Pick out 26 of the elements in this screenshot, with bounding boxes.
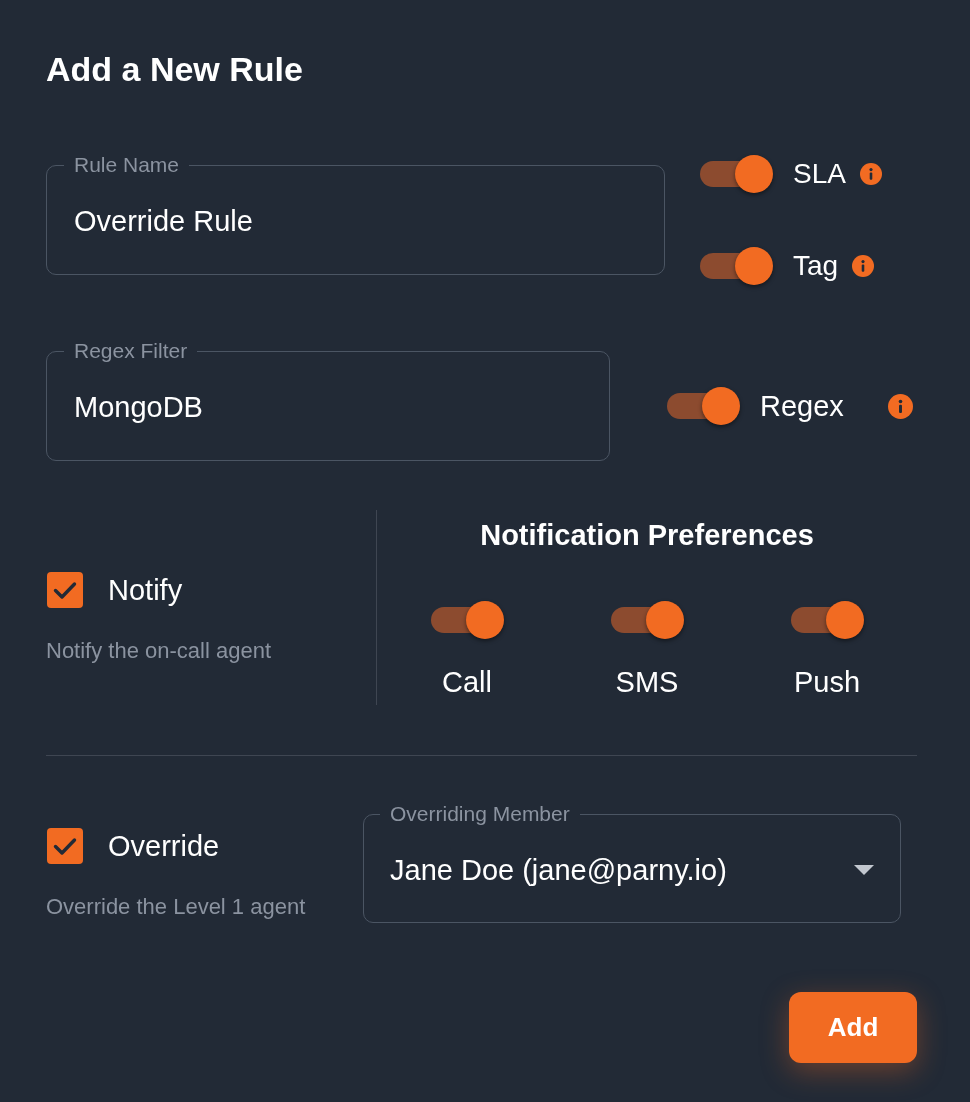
checkbox[interactable] xyxy=(47,828,83,864)
toggle-switch[interactable] xyxy=(790,601,864,639)
info-icon xyxy=(888,393,913,419)
switch-label: Tag xyxy=(793,249,839,283)
helper-text: Override the Level 1 agent xyxy=(46,893,306,921)
checkbox[interactable] xyxy=(47,572,83,608)
section-title: Notification Preferences xyxy=(480,518,814,553)
toggle-switch[interactable] xyxy=(700,155,773,193)
switch-label: Regex xyxy=(760,389,845,424)
toggle-switch[interactable] xyxy=(430,601,504,639)
info-icon xyxy=(859,163,882,185)
switch-label: SMS xyxy=(615,665,679,700)
helper-text: Notify the on-call agent xyxy=(46,637,272,665)
checkbox-label: Notify xyxy=(108,573,183,608)
info-icon xyxy=(852,255,875,277)
toggle-switch[interactable] xyxy=(700,247,773,285)
toggle-switch[interactable] xyxy=(667,387,740,425)
switch-label: Push xyxy=(793,665,861,700)
checkbox-label: Override xyxy=(108,829,220,864)
toggle-switch[interactable] xyxy=(610,601,684,639)
check-icon xyxy=(53,836,77,856)
form-title: Add a New Rule xyxy=(46,49,303,89)
caret-down-icon xyxy=(854,865,874,875)
switch-label: Call xyxy=(442,665,492,700)
switch-label: SLA xyxy=(793,157,846,191)
check-icon xyxy=(53,580,77,600)
